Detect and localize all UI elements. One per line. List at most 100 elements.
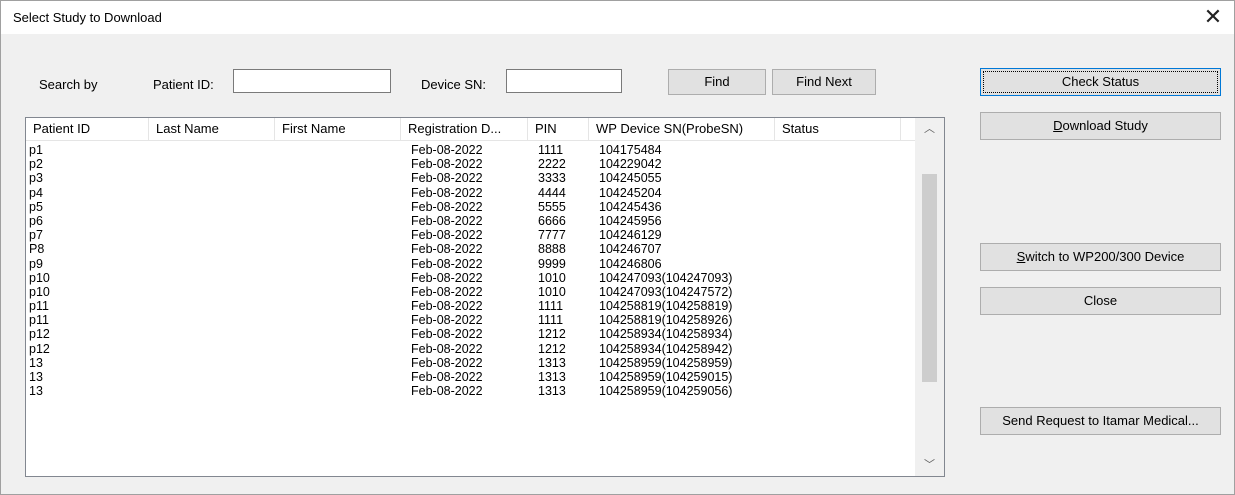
cell-device-sn: 104258934(104258942): [599, 341, 733, 356]
cell-device-sn: 104247093(104247093): [599, 270, 733, 285]
cell-registration-date: Feb-08-2022: [411, 384, 483, 399]
cell-device-sn: 104258934(104258934): [599, 327, 733, 342]
table-row[interactable]: p7 Feb-08-2022 7777 104246129: [26, 228, 915, 242]
column-header-first-name[interactable]: First Name: [275, 118, 401, 140]
column-header-patient-id[interactable]: Patient ID: [26, 118, 149, 140]
cell-device-sn: 104229042: [599, 157, 662, 172]
table-row[interactable]: p6 Feb-08-2022 6666 104245956: [26, 214, 915, 228]
table-row[interactable]: p11 Feb-08-2022 1111 104258819(104258926): [26, 313, 915, 327]
column-header-registration-date[interactable]: Registration D...: [401, 118, 528, 140]
cell-pin: 7777: [538, 228, 566, 243]
window-title: Select Study to Download: [13, 10, 162, 25]
cell-device-sn: 104258819(104258819): [599, 299, 733, 314]
cell-device-sn: 104247093(104247572): [599, 284, 733, 299]
column-header-last-name[interactable]: Last Name: [149, 118, 275, 140]
table-row[interactable]: p11 Feb-08-2022 1111 104258819(104258819): [26, 299, 915, 313]
cell-device-sn: 104258959(104259056): [599, 384, 733, 399]
cell-pin: 4444: [538, 185, 566, 200]
find-button[interactable]: Find: [668, 69, 766, 95]
cell-pin: 1212: [538, 327, 566, 342]
cell-patient-id: 13: [29, 355, 43, 370]
search-by-label: Search by: [39, 77, 98, 92]
table-row[interactable]: p12 Feb-08-2022 1212 104258934(104258942): [26, 342, 915, 356]
cell-device-sn: 104245204: [599, 185, 662, 200]
cell-pin: 1111: [538, 299, 564, 314]
cell-patient-id: p10: [29, 284, 50, 299]
vertical-scrollbar[interactable]: ︿ ﹀: [915, 118, 944, 476]
cell-registration-date: Feb-08-2022: [411, 313, 483, 328]
cell-device-sn: 104245956: [599, 213, 662, 228]
cell-registration-date: Feb-08-2022: [411, 143, 483, 157]
cell-device-sn: 104246129: [599, 228, 662, 243]
cell-registration-date: Feb-08-2022: [411, 213, 483, 228]
cell-pin: 1313: [538, 384, 566, 399]
cell-patient-id: p1: [29, 143, 43, 157]
cell-pin: 1111: [538, 143, 564, 157]
column-header-pin[interactable]: PIN: [528, 118, 589, 140]
cell-registration-date: Feb-08-2022: [411, 171, 483, 186]
column-header-status[interactable]: Status: [775, 118, 901, 140]
table-row[interactable]: p2 Feb-08-2022 2222 104229042: [26, 157, 915, 171]
table-row[interactable]: 13 Feb-08-2022 1313 104258959(104259056): [26, 384, 915, 398]
cell-patient-id: p9: [29, 256, 43, 271]
download-study-mnemonic: D: [1053, 118, 1063, 133]
table-row[interactable]: 13 Feb-08-2022 1313 104258959(104259015): [26, 370, 915, 384]
close-button[interactable]: Close: [980, 287, 1221, 315]
device-sn-input[interactable]: [506, 69, 622, 93]
patient-id-input[interactable]: [233, 69, 391, 93]
cell-device-sn: 104245436: [599, 199, 662, 214]
select-study-dialog: Select Study to Download ✕ Search by Pat…: [0, 0, 1235, 495]
send-request-button[interactable]: Send Request to Itamar Medical...: [980, 407, 1221, 435]
find-next-button[interactable]: Find Next: [772, 69, 876, 95]
table-row[interactable]: p5 Feb-08-2022 5555 104245436: [26, 200, 915, 214]
column-header-device-sn[interactable]: WP Device SN(ProbeSN): [589, 118, 775, 140]
cell-pin: 1313: [538, 370, 566, 384]
switch-device-label: witch to WP200/300 Device: [1025, 249, 1185, 264]
cell-patient-id: p4: [29, 185, 43, 200]
cell-registration-date: Feb-08-2022: [411, 370, 483, 384]
cell-pin: 8888: [538, 242, 566, 257]
download-study-label: ownload Study: [1062, 118, 1148, 133]
chevron-down-icon[interactable]: ﹀: [915, 454, 944, 476]
table-row[interactable]: p4 Feb-08-2022 4444 104245204: [26, 186, 915, 200]
cell-pin: 5555: [538, 199, 566, 214]
table-row[interactable]: p3 Feb-08-2022 3333 104245055: [26, 171, 915, 185]
cell-device-sn: 104258959(104259015): [599, 370, 733, 384]
table-row[interactable]: 13 Feb-08-2022 1313 104258959(104258959): [26, 356, 915, 370]
scrollbar-thumb[interactable]: [922, 174, 937, 382]
cell-pin: 3333: [538, 171, 566, 186]
cell-patient-id: p2: [29, 157, 43, 172]
study-list[interactable]: Patient ID Last Name First Name Registra…: [25, 117, 945, 477]
cell-patient-id: 13: [29, 370, 43, 384]
cell-pin: 1111: [538, 313, 564, 328]
list-header: Patient ID Last Name First Name Registra…: [26, 118, 915, 141]
close-icon[interactable]: ✕: [1198, 3, 1228, 31]
table-row[interactable]: p10 Feb-08-2022 1010 104247093(104247093): [26, 271, 915, 285]
cell-pin: 2222: [538, 157, 566, 172]
chevron-up-icon[interactable]: ︿: [915, 118, 944, 140]
table-row[interactable]: p1 Feb-08-2022 1111 104175484: [26, 143, 915, 157]
cell-patient-id: p10: [29, 270, 50, 285]
table-row[interactable]: p12 Feb-08-2022 1212 104258934(104258934): [26, 327, 915, 341]
cell-pin: 1010: [538, 284, 566, 299]
cell-patient-id: p3: [29, 171, 43, 186]
cell-registration-date: Feb-08-2022: [411, 228, 483, 243]
cell-registration-date: Feb-08-2022: [411, 284, 483, 299]
cell-registration-date: Feb-08-2022: [411, 327, 483, 342]
cell-registration-date: Feb-08-2022: [411, 157, 483, 172]
check-status-button[interactable]: Check Status: [980, 68, 1221, 96]
cell-patient-id: p7: [29, 228, 43, 243]
table-row[interactable]: p9 Feb-08-2022 9999 104246806: [26, 257, 915, 271]
cell-device-sn: 104246806: [599, 256, 662, 271]
table-row[interactable]: p10 Feb-08-2022 1010 104247093(104247572): [26, 285, 915, 299]
cell-registration-date: Feb-08-2022: [411, 256, 483, 271]
download-study-button[interactable]: Download Study: [980, 112, 1221, 140]
cell-patient-id: p11: [29, 299, 49, 314]
table-row[interactable]: P8 Feb-08-2022 8888 104246707: [26, 242, 915, 256]
switch-device-button[interactable]: Switch to WP200/300 Device: [980, 243, 1221, 271]
cell-patient-id: P8: [29, 242, 45, 257]
cell-patient-id: p6: [29, 213, 43, 228]
cell-patient-id: p5: [29, 199, 43, 214]
cell-registration-date: Feb-08-2022: [411, 185, 483, 200]
cell-device-sn: 104258819(104258926): [599, 313, 733, 328]
